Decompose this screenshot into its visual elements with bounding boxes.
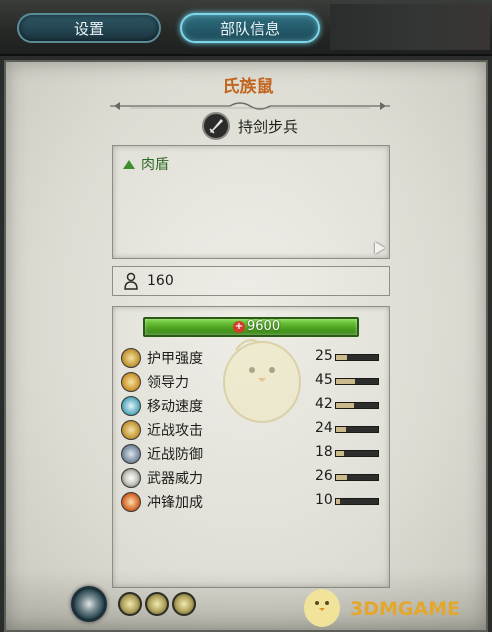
unit-name: 氏族鼠: [222, 77, 274, 97]
stat-value: 24: [315, 420, 333, 436]
watermark-text: 3DMGAME: [350, 598, 461, 620]
eye-icon[interactable]: [118, 592, 142, 616]
stat-row-armor[interactable]: 护甲强度 25: [121, 347, 385, 369]
melee-defence-icon: [121, 444, 141, 464]
attribute-icon[interactable]: [172, 592, 196, 616]
stats-box: + 9600 护甲强度 25 领导力 45 移动速度 42 近战攻击 24 近战…: [112, 306, 390, 588]
stat-bar: [335, 474, 379, 481]
top-tab-bar: 设置 部队信息: [0, 0, 492, 56]
stat-value: 10: [315, 492, 333, 508]
stat-bar: [335, 402, 379, 409]
stat-row-speed[interactable]: 移动速度 42: [121, 395, 385, 417]
leadership-icon: [121, 372, 141, 392]
unit-count-value: 160: [147, 273, 174, 289]
stat-label: 护甲强度: [147, 351, 203, 367]
ability-label: 肉盾: [141, 157, 169, 173]
unit-info-panel: 氏族鼠 持剑步兵 肉盾 160 + 9600 护甲强度 25 领导力 45 移动…: [4, 60, 488, 632]
abilities-box: 肉盾: [112, 145, 390, 259]
stat-bar: [335, 354, 379, 361]
stat-value: 42: [315, 396, 333, 412]
stat-row-charge-bonus[interactable]: 冲锋加成 10: [121, 491, 385, 513]
stat-value: 45: [315, 372, 333, 388]
stat-label: 冲锋加成: [147, 495, 203, 511]
stat-bar: [335, 378, 379, 385]
attribute-icon[interactable]: [145, 592, 169, 616]
stat-row-melee-defence[interactable]: 近战防御 18: [121, 443, 385, 465]
unit-type-label: 持剑步兵: [238, 118, 299, 136]
hit-points-value: 9600: [247, 319, 281, 334]
stat-value: 25: [315, 348, 333, 364]
top-bar-background: [330, 4, 490, 50]
stat-bar: [335, 498, 379, 505]
expand-arrow-icon[interactable]: [375, 242, 385, 254]
stat-label: 武器威力: [147, 471, 203, 487]
tab-unit-info[interactable]: 部队信息: [180, 13, 320, 43]
speed-icon: [121, 396, 141, 416]
stat-value: 26: [315, 468, 333, 484]
stat-row-weapon-strength[interactable]: 武器威力 26: [121, 467, 385, 489]
charge-bonus-icon: [121, 492, 141, 512]
stat-label: 移动速度: [147, 399, 203, 415]
stat-value: 18: [315, 444, 333, 460]
stat-label: 领导力: [147, 375, 189, 391]
watermark-logo-icon: [304, 589, 340, 627]
ornamental-divider: [110, 102, 390, 110]
melee-attack-icon: [121, 420, 141, 440]
tab-settings[interactable]: 设置: [17, 13, 161, 43]
stat-bar: [335, 450, 379, 457]
stat-bar: [335, 426, 379, 433]
stat-label: 近战攻击: [147, 423, 203, 439]
faction-emblem-icon[interactable]: [71, 586, 107, 622]
armor-icon: [121, 348, 141, 368]
stat-row-melee-attack[interactable]: 近战攻击 24: [121, 419, 385, 441]
health-plus-icon: +: [233, 321, 245, 333]
stat-row-leadership[interactable]: 领导力 45: [121, 371, 385, 393]
person-icon: [124, 272, 138, 290]
up-triangle-icon: [123, 160, 135, 169]
stat-label: 近战防御: [147, 447, 203, 463]
unit-count-box: 160: [112, 266, 390, 296]
weapon-strength-icon: [121, 468, 141, 488]
sword-icon: [202, 112, 230, 140]
hit-points-bar: + 9600: [143, 317, 359, 337]
